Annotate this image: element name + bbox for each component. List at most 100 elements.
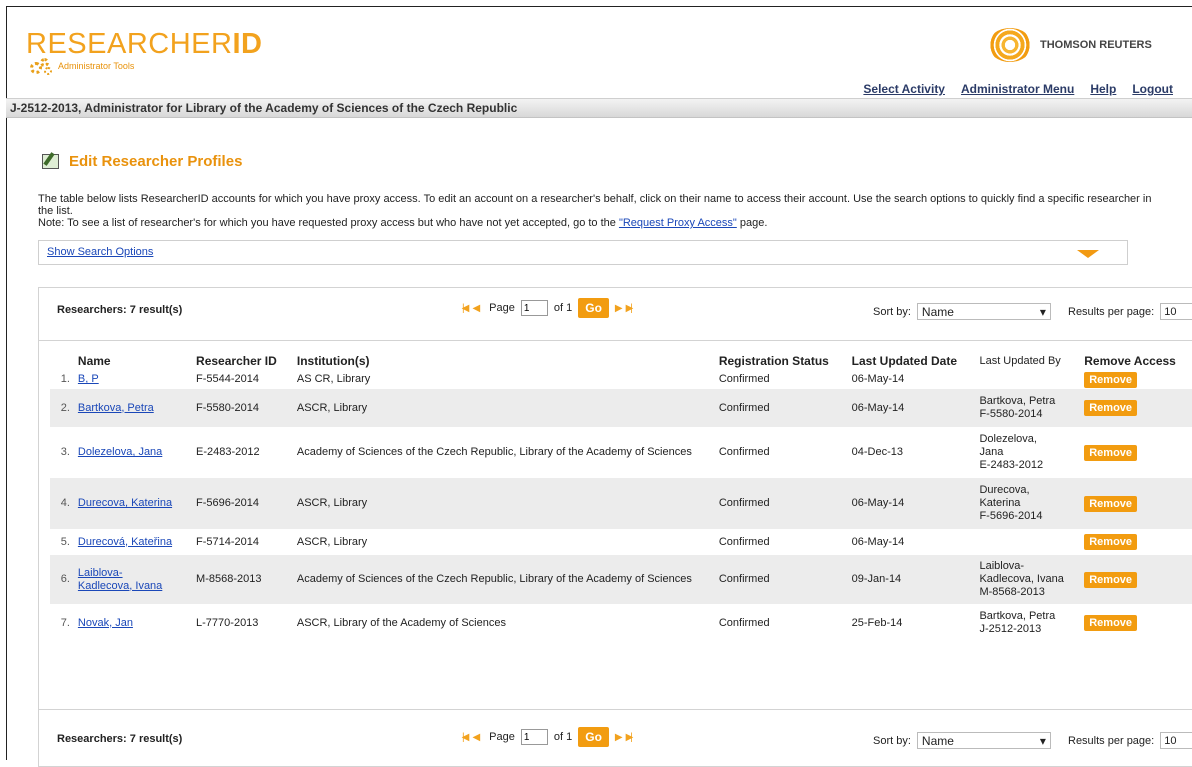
results-per-page-control: Results per page: 10 (1068, 303, 1192, 320)
last-updated-by: Bartkova, Petra J-2512-2013 (979, 610, 1056, 635)
prev-page-icon[interactable]: ◀ (472, 303, 480, 314)
result-count: Researchers: 7 result(s) (57, 733, 183, 745)
last-updated-date: 06-May-14 (851, 535, 905, 548)
remove-button[interactable]: Remove (1084, 371, 1138, 388)
researcher-id: M-8568-2013 (190, 555, 291, 604)
row-number: 4. (50, 478, 72, 529)
divider (39, 340, 1192, 341)
top-navigation: Select Activity Administrator Menu Help … (863, 82, 1173, 96)
results-per-page-control: Results per page: 10 (1068, 732, 1192, 749)
logo-bold: ID (232, 28, 263, 60)
nav-administrator-menu[interactable]: Administrator Menu (961, 82, 1074, 96)
registration-status: Confirmed (712, 555, 846, 604)
row-number: 6. (50, 555, 72, 604)
search-options-panel: Show Search Options (38, 240, 1128, 265)
researcher-id: F-5714-2014 (196, 535, 260, 548)
last-updated-by: Laiblova- Kadlecova, Ivana M-8568-2013 (973, 555, 1079, 604)
sort-select[interactable]: Name ▾ (916, 732, 1051, 749)
sort-control: Sort by: Name ▾ (873, 732, 1051, 749)
sort-control: Sort by: Name ▾ (873, 303, 1051, 320)
remove-button[interactable]: Remove (1084, 534, 1138, 550)
col-institutions[interactable]: Institution(s) (291, 351, 713, 370)
institution: ASCR, Library (296, 535, 368, 548)
col-name[interactable]: Name (72, 351, 190, 370)
researcher-name-link[interactable]: Bartkova, Petra (78, 402, 154, 414)
first-page-icon[interactable]: |◀ (462, 732, 470, 743)
page-number-input[interactable] (520, 300, 548, 316)
dropdown-arrow-icon: ▾ (1039, 304, 1046, 319)
col-remove-access: Remove Access (1084, 353, 1176, 368)
rpp-select[interactable]: 10 (1160, 732, 1192, 749)
page-of-label: of 1 (553, 302, 573, 314)
sort-select[interactable]: Name ▾ (916, 303, 1051, 320)
researcher-name-link[interactable]: Novak, Jan (78, 617, 133, 629)
nav-select-activity[interactable]: Select Activity (863, 82, 945, 96)
table-header-row: Name Researcher ID Institution(s) Regist… (50, 351, 1192, 370)
table-row: 6. Laiblova- Kadlecova, Ivana M-8568-2013 A… (50, 555, 1192, 604)
last-page-icon[interactable]: ▶| (626, 303, 634, 314)
show-search-options-link[interactable]: Show Search Options (47, 246, 153, 258)
researcher-name-link[interactable]: B, P (78, 373, 99, 385)
request-proxy-access-link[interactable]: "Request Proxy Access" (619, 217, 737, 229)
institution: Academy of Sciences of the Czech Republi… (296, 446, 692, 458)
page-of-label: of 1 (553, 731, 573, 743)
col-registration-status[interactable]: Registration Status (713, 351, 846, 370)
researcher-id: E-2483-2012 (196, 446, 260, 458)
row-number: 7. (60, 616, 70, 629)
rpp-select[interactable]: 10 (1160, 303, 1192, 320)
next-page-icon[interactable]: ▶ (615, 732, 623, 743)
col-last-updated-date[interactable]: Last Updated Date (846, 351, 974, 370)
go-button[interactable]: Go (578, 298, 609, 318)
page-label: Page (489, 731, 515, 743)
table-body: 1. B, P F-5544-2014 AS CR, Library Confirmed… (50, 370, 1192, 642)
table-row: 1. B, P F-5544-2014 AS CR, Library Confirmed… (50, 370, 1192, 389)
admin-context-bar: J-2512-2013, Administrator for Library o… (6, 98, 1192, 118)
last-updated-date: 06-May-14 (851, 373, 905, 385)
rpp-label: Results per page: (1068, 305, 1155, 318)
row-number: 1. (60, 373, 70, 385)
remove-button[interactable]: Remove (1084, 571, 1138, 588)
nav-help[interactable]: Help (1090, 82, 1116, 96)
last-page-icon[interactable]: ▶| (626, 732, 634, 743)
last-updated-date: 09-Jan-14 (845, 555, 974, 604)
institution: ASCR, Library (290, 389, 713, 427)
researcher-name-link[interactable]: Dolezelova, Jana (78, 446, 162, 458)
thomson-reuters-text: THOMSON REUTERS (1040, 39, 1152, 51)
table-row: 2. Bartkova, Petra F-5580-2014 ASCR, Librar… (50, 389, 1192, 427)
gears-icon (30, 58, 54, 75)
col-last-updated-by[interactable]: Last Updated By (973, 351, 1078, 370)
researcher-name-link[interactable]: Laiblova- Kadlecova, Ivana (78, 567, 162, 592)
remove-button[interactable]: Remove (1084, 495, 1138, 512)
page-number-input[interactable] (520, 729, 548, 745)
remove-button[interactable]: Remove (1084, 615, 1138, 631)
expand-triangle-icon[interactable] (1077, 250, 1099, 258)
next-page-icon[interactable]: ▶ (615, 303, 623, 314)
col-researcher-id[interactable]: Researcher ID (190, 351, 291, 370)
row-number: 3. (60, 446, 70, 458)
nav-logout[interactable]: Logout (1132, 82, 1173, 96)
go-button[interactable]: Go (578, 727, 609, 747)
institution: ASCR, Library (290, 478, 713, 529)
divider (39, 709, 1192, 710)
first-page-icon[interactable]: |◀ (462, 303, 470, 314)
rpp-label: Results per page: (1068, 734, 1155, 747)
last-updated-date: 06-May-14 (845, 389, 974, 427)
results-panel: Researchers: 7 result(s) |◀ ◀ Page of 1 … (38, 287, 1192, 767)
page-heading: Edit Researcher Profiles (42, 153, 242, 170)
thomson-reuters-orb-icon (988, 28, 1032, 62)
researcher-id: F-5696-2014 (190, 478, 291, 529)
last-updated-by: Bartkova, Petra F-5580-2014 (973, 389, 1079, 427)
researchers-table: Name Researcher ID Institution(s) Regist… (50, 351, 1192, 642)
thomson-reuters-logo: THOMSON REUTERS (988, 28, 1152, 62)
researcher-name-link[interactable]: Durecova, Katerina (78, 497, 172, 509)
logo-main: RESEARCHER (26, 28, 233, 60)
prev-page-icon[interactable]: ◀ (472, 732, 480, 743)
remove-button[interactable]: Remove (1084, 400, 1138, 416)
pagination: |◀ ◀ Page of 1 Go ▶ ▶| (462, 727, 634, 747)
intro-note: Note: To see a list of researcher's for … (38, 217, 768, 229)
researcherid-logo[interactable]: RESEARCHERID Administrator Tools (26, 28, 263, 75)
researcher-name-link[interactable]: Durecová, Kateřina (78, 536, 172, 548)
logo-subtitle: Administrator Tools (58, 61, 135, 71)
remove-button[interactable]: Remove (1084, 444, 1138, 461)
last-updated-date: 06-May-14 (845, 478, 974, 529)
